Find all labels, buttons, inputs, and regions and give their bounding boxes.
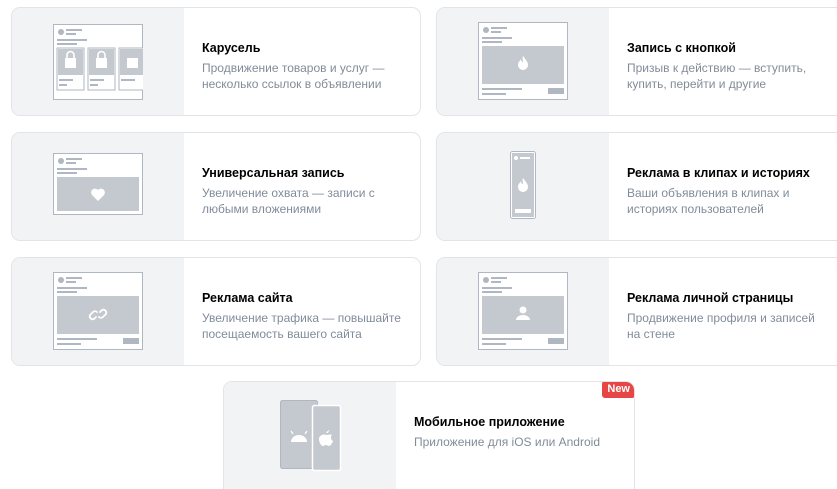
new-badge: New [602, 382, 634, 398]
card-thumbnail [12, 8, 184, 115]
card-description-line-2: купить, перейти и другие [627, 77, 767, 91]
card-description-line-2: на стене [627, 327, 675, 341]
card-description-line-1: Призыв к действию — вступить, [627, 61, 807, 75]
card-thumbnail [437, 258, 609, 365]
card-description: Продвижение профиля и записей на стене [627, 310, 835, 342]
card-description-line-1: Ваши объявления в клипах и [627, 186, 790, 200]
carousel-post-icon [53, 24, 143, 100]
card-description: Приложение для iOS или Android [414, 434, 624, 450]
card-thumbnail [224, 382, 396, 489]
card-title: Универсальная запись [202, 166, 345, 180]
card-description: Продвижение товаров и услуг — несколько … [202, 60, 410, 92]
card-thumbnail [437, 8, 609, 115]
card-description-line-2: посещаемость вашего сайта [202, 327, 362, 341]
card-title: Запись с кнопкой [627, 41, 736, 55]
ad-format-card-website[interactable]: Реклама сайта Увеличение трафика — повыш… [11, 257, 421, 366]
profile-post-icon [478, 272, 568, 350]
card-description-line-1: Продвижение товаров и услуг — [202, 61, 385, 75]
card-thumbnail [437, 133, 609, 240]
card-description: Призыв к действию — вступить, купить, пе… [627, 60, 835, 92]
clip-story-icon [510, 151, 536, 219]
card-description: Увеличение охвата — записи с любыми влож… [202, 185, 410, 217]
card-thumbnail [12, 133, 184, 240]
card-title: Мобильное приложение [414, 415, 565, 429]
card-description-line-1: Увеличение охвата — записи с [202, 186, 375, 200]
button-post-icon [478, 22, 568, 100]
card-description-line-2: историях пользователей [627, 202, 764, 216]
android-ios-phones-icon [280, 400, 342, 472]
card-description-line-1: Увеличение трафика — повышайте [202, 311, 401, 325]
ad-format-card-clips-stories[interactable]: Реклама в клипах и историях Ваши объявле… [436, 132, 837, 241]
card-title: Карусель [202, 41, 261, 55]
ad-format-card-carousel[interactable]: Карусель Продвижение товаров и услуг — н… [11, 7, 421, 116]
card-description-line-1: Продвижение профиля и записей [627, 311, 815, 325]
card-title: Реклама в клипах и историях [627, 166, 810, 180]
ad-format-card-universal-post[interactable]: Универсальная запись Увеличение охвата —… [11, 132, 421, 241]
card-title: Реклама личной страницы [627, 291, 794, 305]
card-thumbnail [12, 258, 184, 365]
ad-format-card-button-post[interactable]: Запись с кнопкой Призыв к действию — вст… [436, 7, 837, 116]
card-description: Ваши объявления в клипах и историях поль… [627, 185, 835, 217]
card-description-line-1: Приложение для iOS или Android [414, 435, 600, 449]
ad-format-card-personal-page[interactable]: Реклама личной страницы Продвижение проф… [436, 257, 837, 366]
card-description-line-2: любыми вложениями [202, 202, 322, 216]
ad-format-card-mobile-app[interactable]: Мобильное приложение Приложение для iOS … [223, 381, 635, 489]
card-title: Реклама сайта [202, 291, 293, 305]
link-post-icon [53, 272, 143, 350]
heart-post-icon [53, 153, 143, 215]
card-description: Увеличение трафика — повышайте посещаемо… [202, 310, 410, 342]
card-description-line-2: несколько ссылок в объявлении [202, 77, 382, 91]
